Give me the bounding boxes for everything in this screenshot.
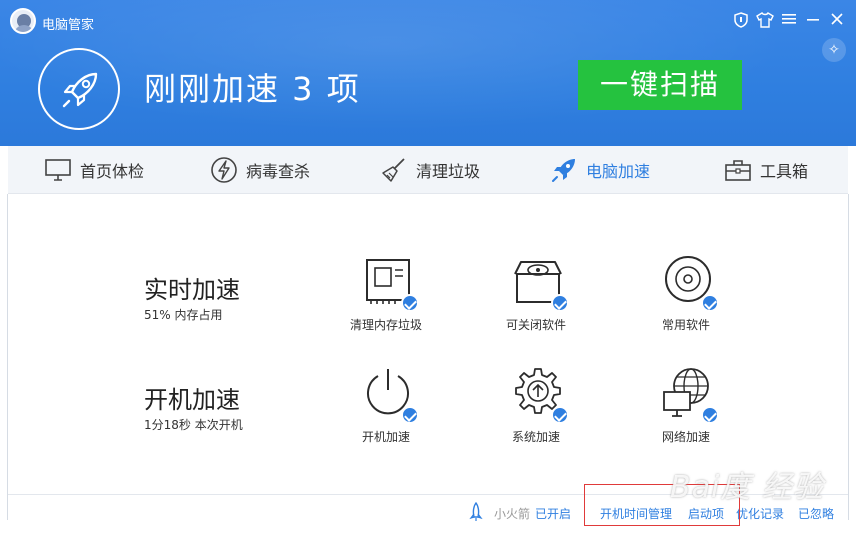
nav-item-virus-scan[interactable]: 病毒查杀: [210, 146, 310, 194]
rocket-label: 小火箭: [494, 507, 531, 521]
nav-item-clean-junk[interactable]: 清理垃圾: [380, 146, 480, 194]
check-icon: [401, 406, 419, 424]
memory-usage-text: 51% 内存占用: [144, 308, 223, 322]
frame-border-left: [7, 194, 8, 520]
check-icon: [401, 294, 419, 312]
avatar[interactable]: [10, 8, 36, 34]
rocket-status-link[interactable]: 已开启: [535, 505, 571, 522]
feature-network-speedup[interactable]: 网络加速: [626, 366, 746, 456]
shield-icon[interactable]: [732, 12, 750, 30]
menu-icon[interactable]: [780, 12, 798, 30]
watermark: Bai度 经验: [670, 470, 824, 505]
monitor-icon: [45, 159, 71, 181]
feature-boot-speedup[interactable]: 开机加速: [326, 366, 446, 456]
minimize-icon[interactable]: [804, 12, 822, 30]
rocket-badge: [38, 48, 120, 130]
main-nav: 首页体检 病毒查杀 清理垃圾 电脑加速 工具箱: [8, 146, 848, 194]
title-bar: 电脑管家: [0, 0, 856, 40]
one-click-scan-button[interactable]: 一键扫描: [578, 60, 742, 110]
feature-clean-memory[interactable]: 清理内存垃圾: [326, 254, 446, 344]
check-icon: [551, 294, 569, 312]
small-rocket-icon: [469, 502, 483, 521]
optimize-log-link[interactable]: 优化记录: [736, 505, 784, 522]
nav-item-toolbox[interactable]: 工具箱: [724, 146, 808, 194]
ignored-link[interactable]: 已忽略: [798, 505, 834, 522]
check-icon: [701, 294, 719, 312]
feature-closable-software[interactable]: 可关闭软件: [476, 254, 596, 344]
app-title: 电脑管家: [42, 18, 95, 33]
broom-icon: [382, 158, 405, 182]
feature-system-speedup[interactable]: 系统加速: [476, 366, 596, 456]
header-banner: 电脑管家 ✧ 刚刚加速 3 项 一键扫描: [0, 0, 856, 146]
close-icon[interactable]: [828, 12, 846, 30]
feature-common-software[interactable]: 常用软件: [626, 254, 746, 344]
rocket-icon: [62, 72, 98, 108]
boot-speedup-title: 开机加速: [144, 386, 240, 414]
skin-tshirt-icon[interactable]: [756, 12, 774, 30]
sparkle-icon[interactable]: ✧: [822, 38, 846, 62]
check-icon: [701, 406, 719, 424]
boot-time-text: 1分18秒 本次开机: [144, 418, 243, 432]
page-title: 刚刚加速 3 项: [144, 70, 361, 108]
lightning-shield-icon: [211, 157, 237, 183]
toolbox-icon: [725, 160, 751, 181]
rocket-icon: [552, 159, 575, 182]
nav-item-home-check[interactable]: 首页体检: [44, 146, 144, 194]
realtime-speedup-title: 实时加速: [144, 276, 240, 304]
frame-border-right: [848, 194, 849, 520]
nav-item-pc-speedup[interactable]: 电脑加速: [550, 146, 650, 194]
check-icon: [551, 406, 569, 424]
